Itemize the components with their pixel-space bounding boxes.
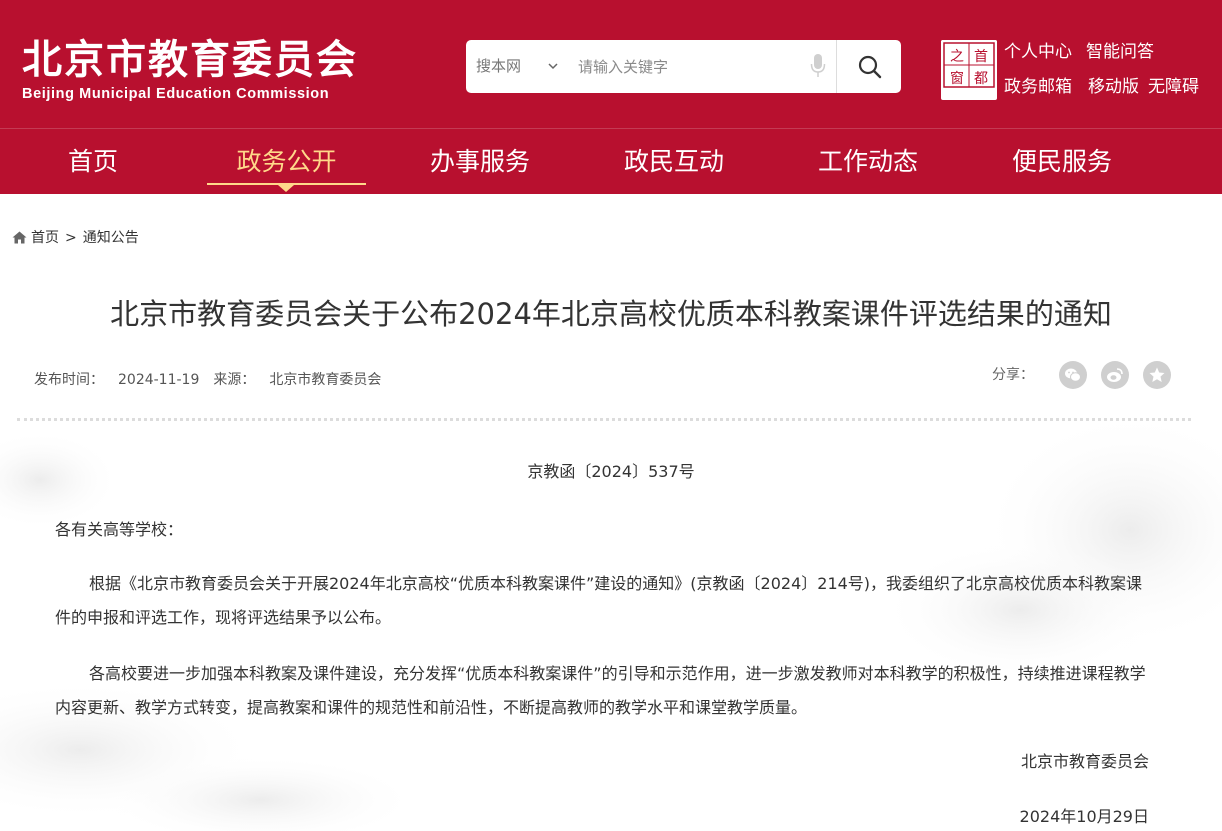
- publish-date: 2024-11-19: [118, 372, 200, 388]
- search-input[interactable]: [578, 48, 798, 85]
- site-logo-title[interactable]: 北京市教育委员会: [22, 34, 358, 86]
- mobile-version-link[interactable]: 移动版: [1088, 75, 1139, 99]
- accessibility-link[interactable]: 无障碍: [1148, 75, 1199, 99]
- search-icon: [858, 55, 882, 79]
- nav-services[interactable]: 办事服务: [400, 140, 560, 184]
- header-divider: [0, 128, 1222, 129]
- body-paragraph-2: 各高校要进一步加强本科教案及课件建设，充分发挥“优质本科教案课件”的引导和示范作…: [55, 664, 1146, 717]
- nav-government-affairs[interactable]: 政务公开: [207, 140, 366, 184]
- chevron-down-icon[interactable]: [548, 61, 558, 71]
- body-paragraph-1: 根据《北京市教育委员会关于开展2024年北京高校“优质本科教案课件”建设的通知》…: [55, 574, 1143, 627]
- smart-qa-link[interactable]: 智能问答: [1086, 40, 1154, 64]
- publish-label: 发布时间：: [34, 372, 104, 388]
- wechat-share-button[interactable]: [1059, 361, 1087, 389]
- nav-work-news[interactable]: 工作动态: [788, 140, 948, 184]
- nav-active-caret: [278, 185, 294, 192]
- nav-public-interaction[interactable]: 政民互动: [594, 140, 754, 184]
- search-scope-select[interactable]: 搜本网: [476, 40, 521, 93]
- search-button[interactable]: [837, 40, 901, 93]
- weibo-share-button[interactable]: [1101, 361, 1129, 389]
- source-info: 来源： 北京市教育委员会: [213, 372, 381, 388]
- nav-convenience-services[interactable]: 便民服务: [982, 140, 1142, 184]
- breadcrumb-home[interactable]: 首页: [31, 230, 59, 246]
- gov-mail-link[interactable]: 政务邮箱: [1004, 75, 1072, 99]
- source-label: 来源：: [213, 372, 256, 388]
- breadcrumb-separator: >: [65, 230, 77, 246]
- breadcrumb-current[interactable]: 通知公告: [83, 230, 139, 246]
- breadcrumb: 首页 > 通知公告: [12, 227, 139, 249]
- home-icon[interactable]: [12, 231, 27, 244]
- source-value: 北京市教育委员会: [269, 372, 382, 388]
- document-number: 京教函〔2024〕537号: [527, 462, 695, 481]
- article-meta: 发布时间： 2024-11-19 来源： 北京市教育委员会: [34, 369, 381, 391]
- share-label: 分享：: [992, 367, 1034, 383]
- nav-home[interactable]: 首页: [28, 140, 158, 184]
- salutation: 各有关高等学校：: [55, 520, 184, 539]
- signature-date: 2024年10月29日: [1019, 807, 1149, 826]
- site-logo-subtitle: Beijing Municipal Education Commission: [22, 86, 330, 102]
- star-icon: [1149, 367, 1165, 382]
- personal-center-link[interactable]: 个人中心: [1004, 40, 1072, 64]
- svg-text:都: 都: [974, 71, 988, 87]
- svg-text:首: 首: [974, 49, 988, 65]
- signature-organization: 北京市教育委员会: [1020, 752, 1149, 771]
- microphone-icon[interactable]: [810, 53, 826, 79]
- emblem-caption: Beijing-China: [945, 90, 994, 99]
- svg-text:窗: 窗: [950, 70, 964, 87]
- article-title: 北京市教育委员会关于公布2024年北京高校优质本科教案课件评选结果的通知: [110, 297, 1112, 331]
- weibo-icon: [1107, 368, 1123, 382]
- svg-text:之: 之: [950, 49, 964, 65]
- qzone-share-button[interactable]: [1143, 361, 1171, 389]
- wechat-icon: [1065, 368, 1081, 382]
- publish-date-label: 发布时间： 2024-11-19: [34, 372, 199, 388]
